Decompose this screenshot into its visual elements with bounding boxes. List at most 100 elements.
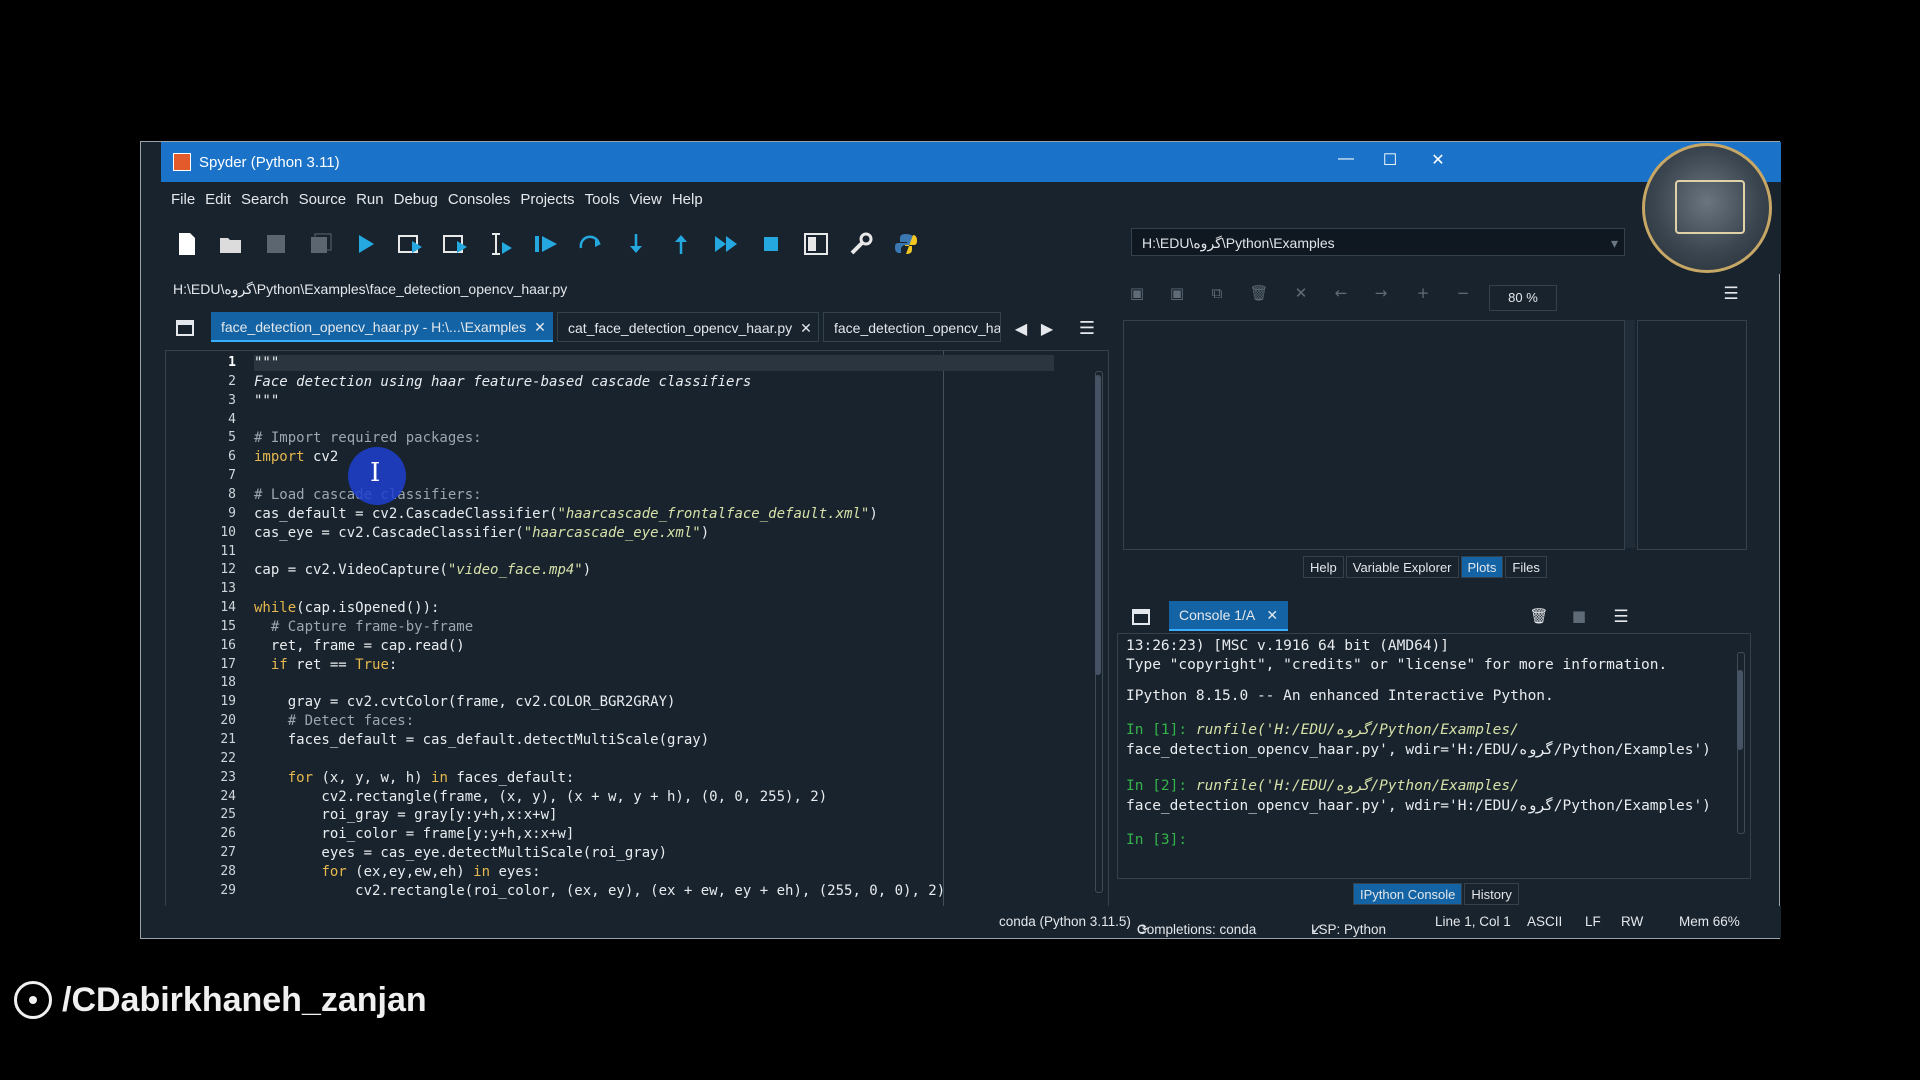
console-line: 13:26:23) [MSC v.1916 64 bit (AMD64)] xyxy=(1126,638,1450,654)
continue-icon[interactable] xyxy=(712,230,740,258)
chevron-left-icon[interactable]: ◀ xyxy=(1007,314,1035,342)
run-cell-icon[interactable] xyxy=(397,230,425,258)
run-selection-icon[interactable] xyxy=(487,230,515,258)
run-icon[interactable] xyxy=(352,230,380,258)
tab-help[interactable]: Help xyxy=(1303,556,1344,578)
menu-run[interactable]: Run xyxy=(356,191,384,208)
browse-tabs-icon[interactable] xyxy=(171,314,199,342)
plots-options-menu-icon[interactable]: ☰ xyxy=(1721,284,1741,304)
line-number: 17 xyxy=(220,656,236,672)
run-cell-advance-icon[interactable] xyxy=(442,230,470,258)
text-cursor-icon: I xyxy=(370,458,381,488)
chevron-down-icon[interactable]: ▾ xyxy=(1611,229,1618,257)
working-directory-value: H:\EDU\گروه\Python\Examples xyxy=(1142,235,1335,251)
console-pane-tabs: IPython Console History xyxy=(1353,883,1521,905)
save-icon[interactable] xyxy=(262,230,290,258)
close-icon[interactable]: ✕ xyxy=(1266,607,1278,623)
menu-tools[interactable]: Tools xyxy=(585,191,620,208)
scrollbar-thumb[interactable] xyxy=(1737,670,1743,750)
python-path-icon[interactable] xyxy=(892,230,920,258)
maximize-button[interactable]: ☐ xyxy=(1375,150,1405,172)
menu-consoles[interactable]: Consoles xyxy=(448,191,511,208)
tab-face-detection-truncated[interactable]: face_detection_opencv_ha xyxy=(823,312,1001,342)
status-environment[interactable]: conda (Python 3.11.5) xyxy=(999,914,1131,929)
menu-edit[interactable]: Edit xyxy=(205,191,231,208)
step-over-icon[interactable] xyxy=(577,230,605,258)
right-pane-tabs: Help Variable Explorer Plots Files xyxy=(1303,556,1549,578)
chevron-right-icon[interactable]: ▶ xyxy=(1033,314,1061,342)
working-directory-field[interactable]: H:\EDU\گروه\Python\Examples ▾ xyxy=(1131,228,1625,256)
line-number: 26 xyxy=(220,826,236,842)
tab-plots[interactable]: Plots xyxy=(1460,556,1504,578)
spyder-logo-icon xyxy=(173,153,191,171)
tab-variable-explorer[interactable]: Variable Explorer xyxy=(1345,556,1459,578)
console-prompt: In [2]: xyxy=(1126,778,1188,794)
status-lsp-label: LSP: Python xyxy=(1311,922,1387,937)
tab-face-detection[interactable]: face_detection_opencv_haar.py - H:\...\E… xyxy=(211,312,553,342)
menu-search[interactable]: Search xyxy=(241,191,289,208)
menu-view[interactable]: View xyxy=(630,191,662,208)
debug-icon[interactable] xyxy=(532,230,560,258)
code-line: cv2.rectangle(frame, (x, y), (x + w, y +… xyxy=(254,788,828,805)
zoom-in-icon[interactable]: + xyxy=(1413,284,1433,304)
maximize-pane-icon[interactable] xyxy=(802,230,830,258)
console-command: runfile('H:/EDU/گروه/Python/Examples/ xyxy=(1187,722,1519,738)
edge-line xyxy=(943,351,944,909)
console-input-1-cont: face_detection_opencv_haar.py', wdir='H:… xyxy=(1126,742,1711,758)
line-number: 20 xyxy=(220,713,236,729)
previous-plot-icon[interactable]: ← xyxy=(1331,284,1351,304)
scrollbar-thumb[interactable] xyxy=(1095,375,1101,675)
zoom-field[interactable]: 80 % xyxy=(1489,285,1557,311)
tab-files[interactable]: Files xyxy=(1505,556,1547,578)
menu-debug[interactable]: Debug xyxy=(394,191,438,208)
open-file-icon[interactable] xyxy=(217,230,245,258)
code-line: # Capture frame-by-frame xyxy=(254,618,474,635)
menu-file[interactable]: File xyxy=(171,191,195,208)
remove-all-variables-icon[interactable]: 🗑 xyxy=(1529,607,1549,627)
step-return-icon[interactable] xyxy=(667,230,695,258)
save-all-plots-icon[interactable]: ▣ xyxy=(1167,284,1187,304)
step-into-icon[interactable] xyxy=(622,230,650,258)
clear-all-icon[interactable]: ✕ xyxy=(1291,284,1311,304)
interrupt-kernel-icon[interactable]: ■ xyxy=(1569,607,1589,627)
minimize-button[interactable]: — xyxy=(1331,150,1361,172)
zoom-out-icon[interactable]: − xyxy=(1453,284,1473,304)
ipython-console-output[interactable]: 13:26:23) [MSC v.1916 64 bit (AMD64)] Ty… xyxy=(1117,633,1751,879)
plot-splitter[interactable] xyxy=(1625,320,1635,548)
save-all-icon[interactable] xyxy=(307,230,335,258)
line-number: 22 xyxy=(220,750,236,766)
code-line: for (ex,ey,ew,eh) in eyes: xyxy=(321,863,541,880)
close-icon[interactable]: ✕ xyxy=(534,319,546,335)
next-plot-icon[interactable]: → xyxy=(1371,284,1391,304)
line-number: 29 xyxy=(220,882,236,898)
code-line: cas_default = cv2.CascadeClassifier("haa… xyxy=(254,505,878,522)
tab-ipython-console[interactable]: IPython Console xyxy=(1353,883,1463,905)
menu-help[interactable]: Help xyxy=(672,191,703,208)
tab-cat-face-detection[interactable]: cat_face_detection_opencv_haar.py ✕ xyxy=(557,312,819,342)
status-rw: RW xyxy=(1621,914,1644,929)
tab-console-1a[interactable]: Console 1/A ✕ xyxy=(1169,601,1289,631)
title-bar: Spyder (Python 3.11) — ☐ ✕ xyxy=(161,142,1781,182)
close-icon[interactable]: ✕ xyxy=(800,320,812,336)
stop-icon[interactable] xyxy=(757,230,785,258)
copy-icon[interactable]: ⧉ xyxy=(1207,284,1227,304)
line-number: 7 xyxy=(228,468,236,484)
editor-options-menu-icon[interactable]: ☰ xyxy=(1073,314,1101,342)
browse-consoles-icon[interactable] xyxy=(1127,603,1155,631)
save-plot-icon[interactable]: ▣ xyxy=(1127,284,1147,304)
editor-scrollbar[interactable] xyxy=(1092,359,1104,899)
code-line: """ xyxy=(254,355,1054,371)
line-number: 9 xyxy=(228,505,236,521)
menu-source[interactable]: Source xyxy=(299,191,347,208)
console-scrollbar[interactable] xyxy=(1734,640,1746,840)
tab-label: cat_face_detection_opencv_haar.py xyxy=(568,320,793,336)
close-button[interactable]: ✕ xyxy=(1423,150,1453,172)
tab-history[interactable]: History xyxy=(1464,883,1519,905)
menu-projects[interactable]: Projects xyxy=(520,191,574,208)
console-options-menu-icon[interactable]: ☰ xyxy=(1611,607,1631,627)
preferences-icon[interactable] xyxy=(847,230,875,258)
delete-icon[interactable]: 🗑 xyxy=(1249,284,1269,304)
new-file-icon[interactable] xyxy=(173,230,201,258)
console-input-3: In [3]: xyxy=(1126,832,1187,848)
code-editor[interactable]: 1 """ 2 Face detection using haar feature-b… xyxy=(165,350,1109,910)
